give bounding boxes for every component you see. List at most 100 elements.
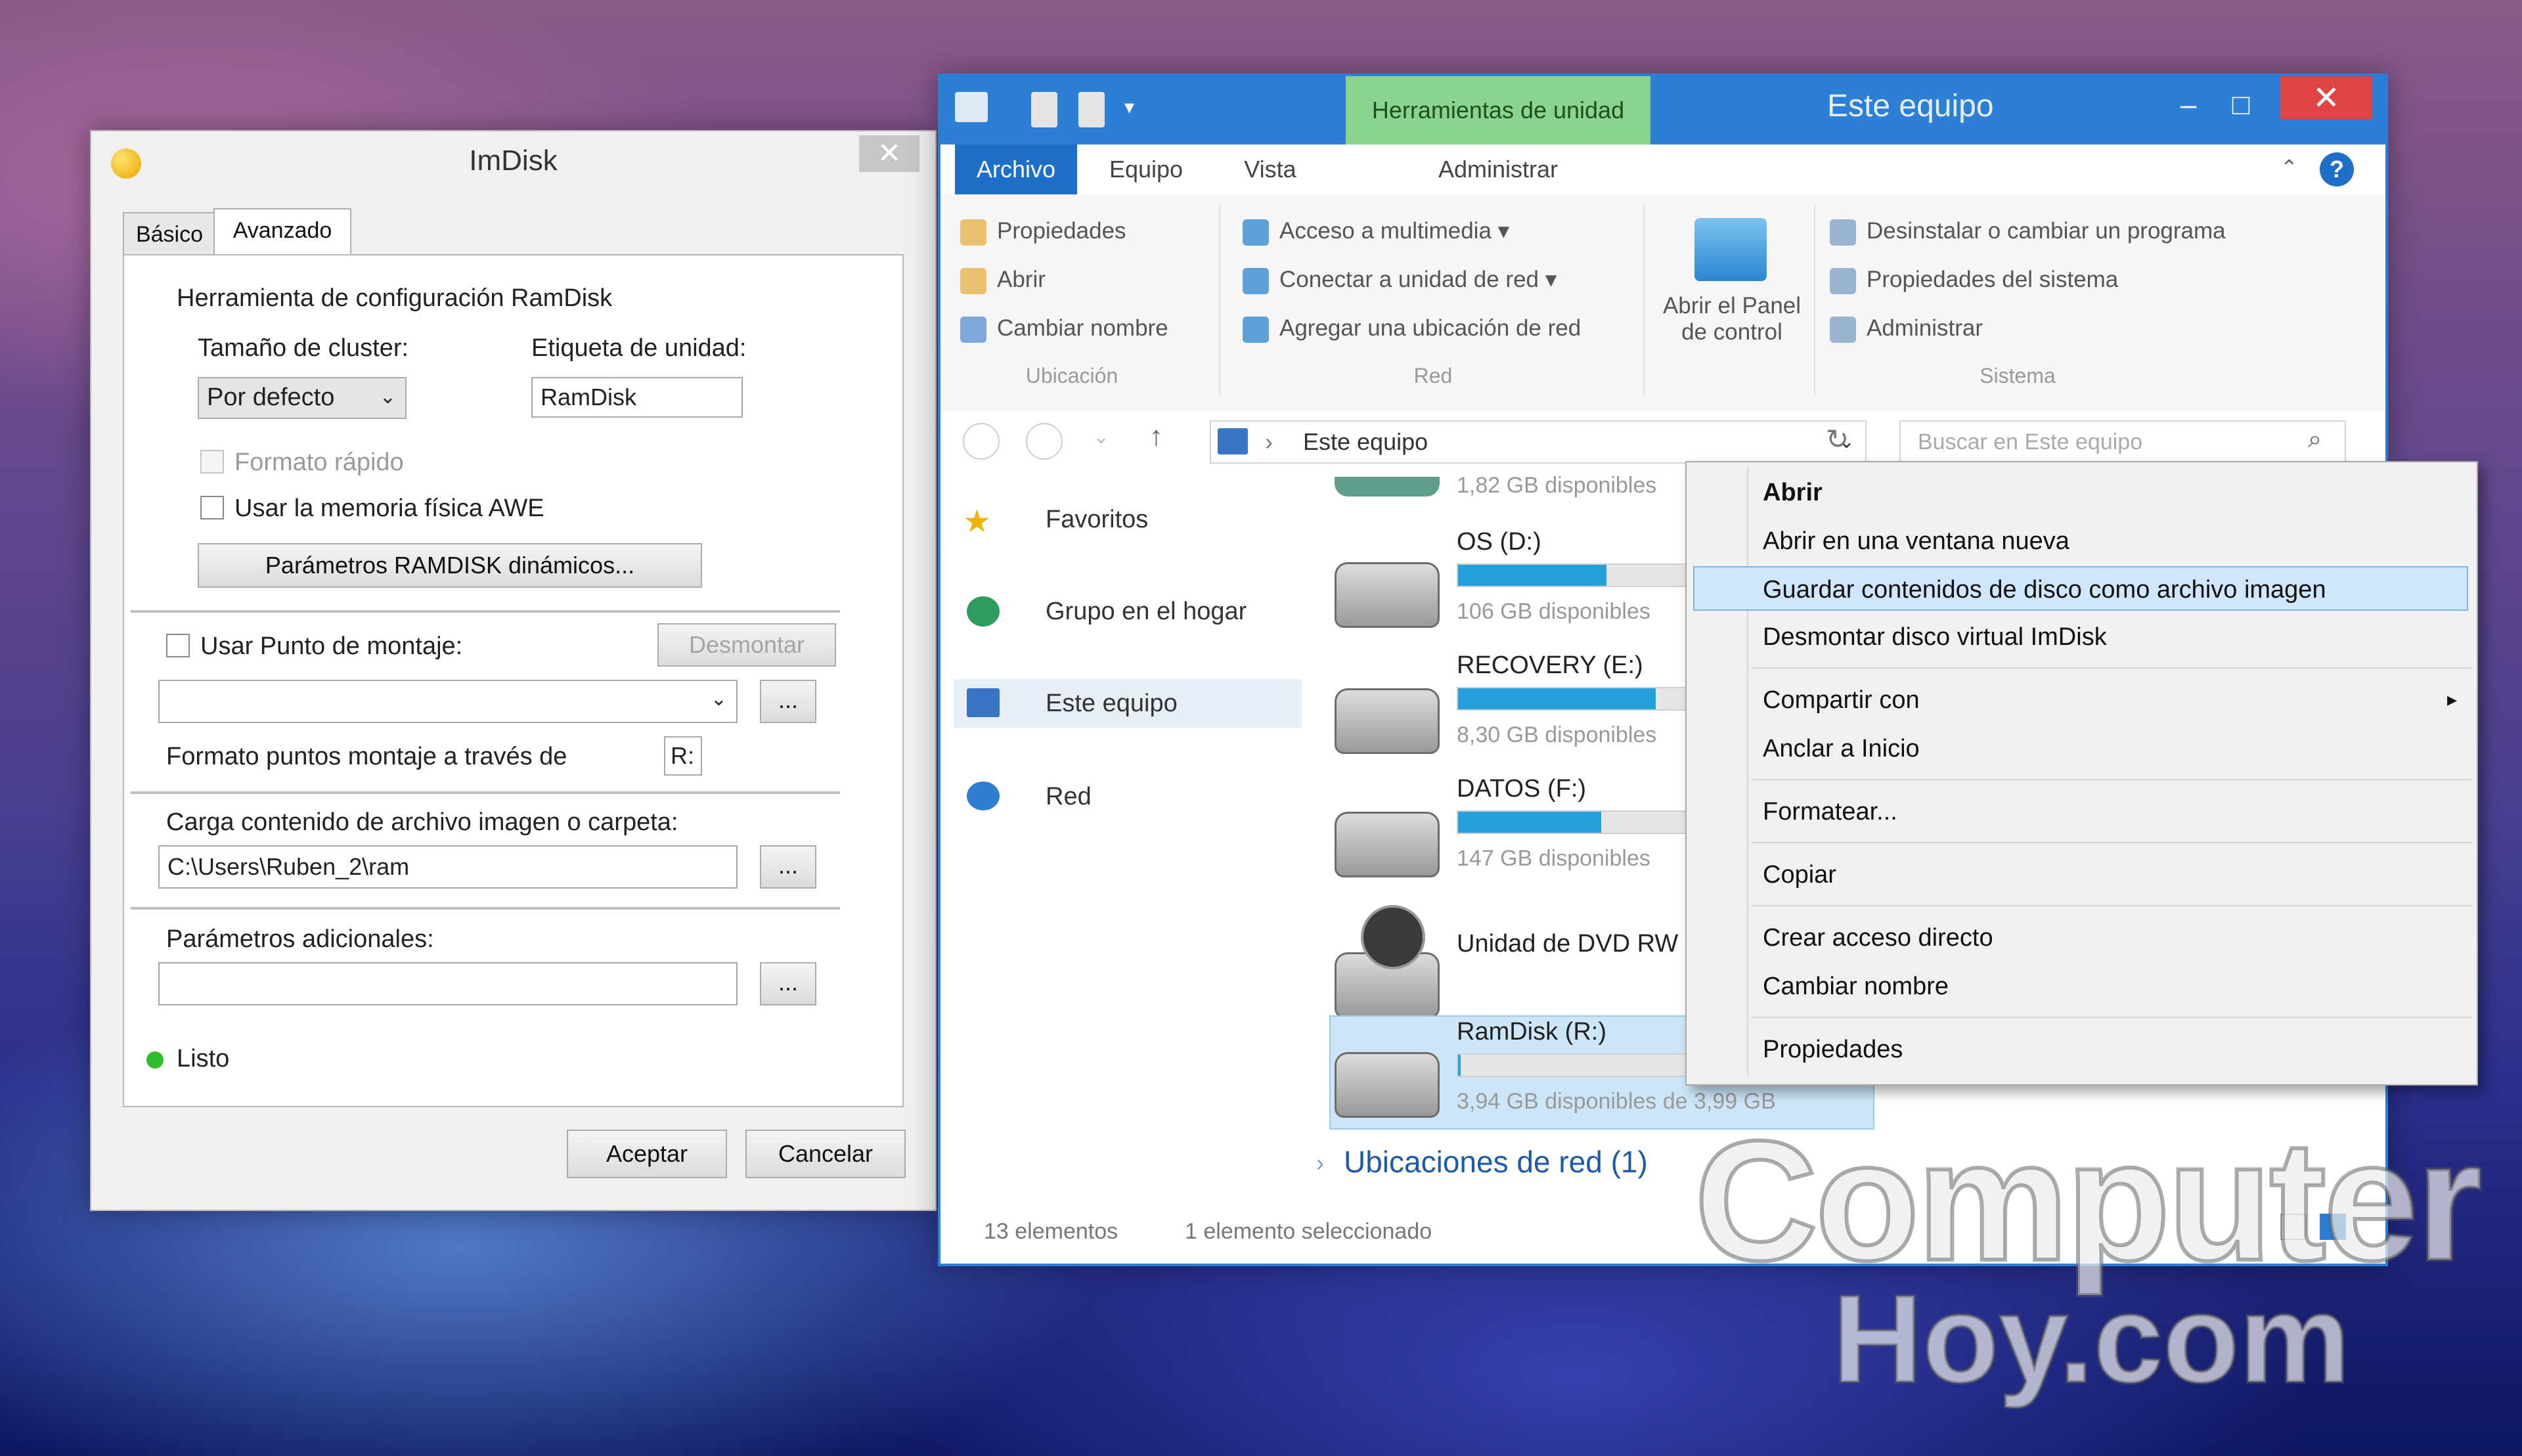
recent-locations-icon[interactable]: ⌄ xyxy=(1093,426,1109,449)
nav-favoritos[interactable]: Favoritos xyxy=(1046,506,1148,534)
menu-propiedades[interactable]: Propiedades xyxy=(1687,1027,2477,1072)
back-button[interactable] xyxy=(963,423,1000,460)
imdisk-close-button[interactable]: ✕ xyxy=(859,135,919,172)
ribbon-propiedades-sistema[interactable]: Propiedades del sistema xyxy=(1867,267,2118,293)
quick-access-dropdown-icon[interactable]: ▾ xyxy=(1124,96,1134,119)
drive-tools-tab[interactable]: Herramientas de unidad xyxy=(1346,76,1650,144)
up-arrow-icon[interactable]: ↑ xyxy=(1149,420,1163,452)
extra-params-input[interactable] xyxy=(158,962,738,1005)
menu-desmontar-imdisk[interactable]: Desmontar disco virtual ImDisk xyxy=(1687,615,2477,659)
drive-d-free: 106 GB disponibles xyxy=(1457,599,1650,624)
tab-basico[interactable]: Básico xyxy=(123,212,216,257)
tab-vista[interactable]: Vista xyxy=(1215,144,1325,194)
format-letter-field[interactable]: R: xyxy=(664,736,702,776)
menu-cambiar-nombre[interactable]: Cambiar nombre xyxy=(1687,964,2477,1009)
ribbon-acceso-multimedia[interactable]: Acceso a multimedia ▾ xyxy=(1279,218,1509,244)
drive-d-usage-bar xyxy=(1457,563,1706,587)
mount-point-checkbox[interactable] xyxy=(166,634,190,657)
ribbon-desinstalar[interactable]: Desinstalar o cambiar un programa xyxy=(1867,218,2226,244)
refresh-icon[interactable]: ↻ xyxy=(1826,423,1849,455)
minimize-icon[interactable]: – xyxy=(2162,85,2215,125)
ok-button[interactable]: Aceptar xyxy=(567,1130,727,1178)
properties-icon xyxy=(960,219,986,246)
drive-label-label: Etiqueta de unidad: xyxy=(531,334,747,362)
status-text: Listo xyxy=(177,1045,230,1072)
tab-archivo[interactable]: Archivo xyxy=(955,144,1077,194)
drive-e-name[interactable]: RECOVERY (E:) xyxy=(1457,651,1643,680)
network-locations-header[interactable]: Ubicaciones de red (1) xyxy=(1344,1144,1648,1180)
computer-icon xyxy=(955,92,988,122)
drive-label-input[interactable] xyxy=(531,377,743,418)
drive-r-usage-fill xyxy=(1458,1055,1461,1076)
dynamic-params-button[interactable]: Parámetros RAMDISK dinámicos... xyxy=(198,543,702,588)
collapse-ribbon-icon[interactable]: ⌃ xyxy=(2280,155,2298,180)
drive-d-name[interactable]: OS (D:) xyxy=(1457,528,1541,556)
menu-abrir-ventana-nueva[interactable]: Abrir en una ventana nueva xyxy=(1687,519,2477,563)
menu-separator xyxy=(1752,842,2471,843)
menu-copiar[interactable]: Copiar xyxy=(1687,852,2477,897)
drive-e-free: 8,30 GB disponibles xyxy=(1457,722,1657,747)
drive-f-name[interactable]: DATOS (F:) xyxy=(1457,775,1586,803)
menu-formatear[interactable]: Formatear... xyxy=(1687,789,2477,834)
menu-anclar-inicio[interactable]: Anclar a Inicio xyxy=(1687,726,2477,771)
maximize-icon[interactable]: □ xyxy=(2215,85,2267,125)
group-red: Red xyxy=(1413,364,1453,387)
properties-quick-icon[interactable] xyxy=(1031,92,1057,127)
load-image-input[interactable] xyxy=(158,845,738,889)
network-icon xyxy=(967,782,1000,810)
drive-r-name[interactable]: RamDisk (R:) xyxy=(1457,1018,1606,1046)
drive-dvd-name[interactable]: Unidad de DVD RW xyxy=(1457,930,1678,958)
mount-point-select[interactable]: ⌄ xyxy=(158,680,738,723)
nav-grupo-hogar[interactable]: Grupo en el hogar xyxy=(1046,598,1247,626)
cluster-size-select[interactable]: Por defecto ⌄ xyxy=(198,377,407,419)
load-browse-button[interactable]: ... xyxy=(760,845,816,889)
close-icon[interactable]: ✕ xyxy=(2280,76,2372,120)
manage-icon xyxy=(1830,317,1856,343)
unmount-button[interactable]: Desmontar xyxy=(657,623,836,667)
search-input[interactable]: Buscar en Este equipo xyxy=(1899,420,2346,464)
nav-este-equipo[interactable]: Este equipo xyxy=(1046,690,1178,718)
drive-f-free: 147 GB disponibles xyxy=(1457,846,1650,871)
address-bar[interactable]: › Este equipo ⌄ xyxy=(1210,420,1867,464)
computer-icon xyxy=(967,688,1000,717)
cluster-size-value: Por defecto xyxy=(207,384,335,411)
ribbon-administrar[interactable]: Administrar xyxy=(1867,315,1983,342)
menu-separator xyxy=(1752,905,2471,906)
menu-guardar-imagen[interactable]: Guardar contenidos de disco como archivo… xyxy=(1693,566,2468,611)
menu-separator xyxy=(1752,1017,2471,1018)
menu-separator xyxy=(1752,667,2471,669)
control-panel-icon xyxy=(1694,218,1767,281)
ribbon-abrir[interactable]: Abrir xyxy=(997,267,1046,293)
menu-abrir[interactable]: Abrir xyxy=(1687,470,2477,515)
star-icon: ★ xyxy=(963,504,992,539)
extra-params-label: Parámetros adicionales: xyxy=(166,925,434,953)
tab-equipo[interactable]: Equipo xyxy=(1077,144,1215,194)
search-icon[interactable]: ⌕ xyxy=(2308,426,2322,454)
explorer-titlebar: ▾ Herramientas de unidad Este equipo – □… xyxy=(940,76,2385,144)
menu-compartir-con[interactable]: Compartir con ▸ xyxy=(1687,678,2477,722)
expand-chevron-icon[interactable]: › xyxy=(1316,1149,1324,1177)
ribbon-panel-control-line1[interactable]: Abrir el Panel xyxy=(1656,293,1807,319)
forward-button[interactable] xyxy=(1026,423,1063,460)
extra-browse-button[interactable]: ... xyxy=(760,962,816,1005)
tab-administrar[interactable]: Administrar xyxy=(1346,144,1650,194)
drive-d-usage-fill xyxy=(1458,565,1606,586)
ribbon-tabs: Archivo Equipo Vista Administrar ⌃ ? xyxy=(940,144,2385,196)
imdisk-tab-panel: Herramienta de configuración RamDisk Tam… xyxy=(123,254,904,1107)
new-folder-quick-icon[interactable] xyxy=(1078,92,1105,127)
help-icon[interactable]: ? xyxy=(2320,152,2354,187)
ribbon-agregar-ubicacion[interactable]: Agregar una ubicación de red xyxy=(1279,315,1581,342)
nav-red[interactable]: Red xyxy=(1046,783,1092,811)
awe-checkbox[interactable] xyxy=(200,496,224,519)
tab-avanzado[interactable]: Avanzado xyxy=(213,208,351,255)
menu-crear-acceso-directo[interactable]: Crear acceso directo xyxy=(1687,916,2477,960)
ribbon-cambiar-nombre[interactable]: Cambiar nombre xyxy=(997,315,1168,342)
dvd-disc-icon xyxy=(1361,905,1425,969)
mount-browse-button[interactable]: ... xyxy=(760,680,816,723)
ribbon: Propiedades Abrir Cambiar nombre Ubicaci… xyxy=(940,194,2385,412)
cancel-button[interactable]: Cancelar xyxy=(745,1130,906,1178)
ribbon-conectar-unidad[interactable]: Conectar a unidad de red ▾ xyxy=(1279,267,1557,293)
ribbon-propiedades[interactable]: Propiedades xyxy=(997,218,1126,244)
quick-format-checkbox[interactable] xyxy=(200,450,224,474)
ribbon-panel-control-line2[interactable]: de control xyxy=(1656,319,1807,345)
